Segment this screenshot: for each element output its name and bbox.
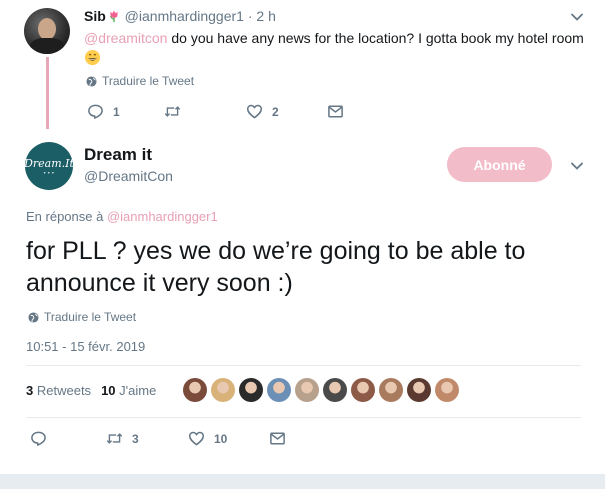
globe-icon (28, 311, 39, 323)
tweet-timestamp[interactable]: 10:51 - 15 févr. 2019 (26, 339, 145, 354)
translate-label: Traduire le Tweet (102, 74, 195, 88)
tulip-emoji-icon (109, 10, 118, 23)
tweet-text: for PLL ? yes we do we’re going to be ab… (26, 237, 526, 297)
in-reply-to: En réponse à @ianmhardingger1 (26, 209, 218, 224)
translate-label: Traduire le Tweet (44, 310, 137, 324)
chevron-down-icon[interactable] (570, 10, 584, 24)
envelope-icon (328, 105, 343, 118)
like-count: 2 (272, 104, 279, 119)
likes-label: J'aime (119, 383, 157, 398)
liker-avatar[interactable] (267, 378, 291, 402)
tweet-header: Sib @ianmhardingger1 · 2 h (84, 7, 276, 25)
tweet-body: do you have any news for the location? I… (167, 30, 584, 46)
liker-avatar[interactable] (407, 378, 431, 402)
retweet-icon (164, 106, 181, 117)
reply-tweet[interactable]: Sib @ianmhardingger1 · 2 h @dreamitcon d… (0, 0, 605, 129)
thread-line (46, 57, 49, 129)
reply-icon (31, 431, 46, 446)
envelope-icon (270, 432, 285, 445)
user-handle[interactable]: @ianmhardingger1 (125, 8, 244, 24)
heart-icon (246, 104, 263, 119)
brand-avatar[interactable]: Dream.It ▾ ▾ ▾ (24, 142, 74, 190)
message-button[interactable] (327, 103, 344, 120)
reply-icon (88, 104, 103, 119)
liker-avatar[interactable] (435, 378, 459, 402)
reply-to-prefix: En réponse à (26, 209, 107, 224)
retweet-count: 3 (132, 431, 139, 446)
divider (26, 417, 581, 418)
chevron-down-icon[interactable] (570, 159, 584, 173)
reply-count: 1 (113, 104, 120, 119)
liker-avatar[interactable] (239, 378, 263, 402)
display-name[interactable]: Sib (84, 8, 106, 24)
retweets-count: 3 (26, 383, 34, 398)
reply-to-mention[interactable]: @ianmhardingger1 (107, 209, 218, 224)
display-name[interactable]: Dream it (84, 145, 152, 165)
avatar-body (30, 38, 64, 54)
brand-logo-decoration: ▾ ▾ ▾ (43, 169, 55, 175)
liker-avatar[interactable] (211, 378, 235, 402)
likes-count: 10 (101, 383, 116, 398)
timeline-separator (0, 474, 605, 489)
brand-logo-text: Dream.It (24, 156, 74, 170)
retweets-label: Retweets (36, 383, 92, 398)
liker-avatar[interactable] (351, 378, 375, 402)
like-button[interactable]: 2 (246, 103, 279, 120)
tweet-text: @dreamitcon do you have any news for the… (84, 28, 594, 68)
likes-stat[interactable]: 10 J'aime (101, 383, 156, 398)
following-button[interactable]: Abonné (447, 147, 552, 182)
retweet-button[interactable]: 3 (106, 430, 139, 447)
liker-avatar[interactable] (183, 378, 207, 402)
like-count: 10 (214, 431, 228, 446)
divider (26, 365, 581, 366)
reply-button[interactable] (30, 430, 56, 447)
like-button[interactable]: 10 (188, 430, 227, 447)
liker-avatar[interactable] (379, 378, 403, 402)
separator-dot: · (247, 8, 253, 24)
reply-button[interactable]: 1 (87, 103, 120, 120)
message-button[interactable] (269, 430, 286, 447)
tweet-time[interactable]: 2 h (256, 8, 275, 24)
likers-avatars (183, 378, 459, 402)
tweet-stats: 3 Retweets 10 J'aime (26, 383, 156, 398)
liker-avatar[interactable] (295, 378, 319, 402)
heart-icon (188, 431, 205, 446)
mention-link[interactable]: @dreamitcon (84, 30, 167, 46)
globe-icon (86, 75, 97, 87)
retweet-icon (106, 433, 123, 444)
avatar-face (38, 18, 56, 40)
user-handle[interactable]: @DreamitCon (84, 168, 173, 184)
translate-link[interactable]: Traduire le Tweet (86, 74, 194, 88)
grinning-face-emoji-icon (84, 49, 101, 66)
translate-link[interactable]: Traduire le Tweet (28, 310, 136, 324)
avatar[interactable] (24, 8, 70, 54)
liker-avatar[interactable] (323, 378, 347, 402)
retweets-stat[interactable]: 3 Retweets (26, 383, 91, 398)
retweet-button[interactable] (164, 103, 190, 120)
